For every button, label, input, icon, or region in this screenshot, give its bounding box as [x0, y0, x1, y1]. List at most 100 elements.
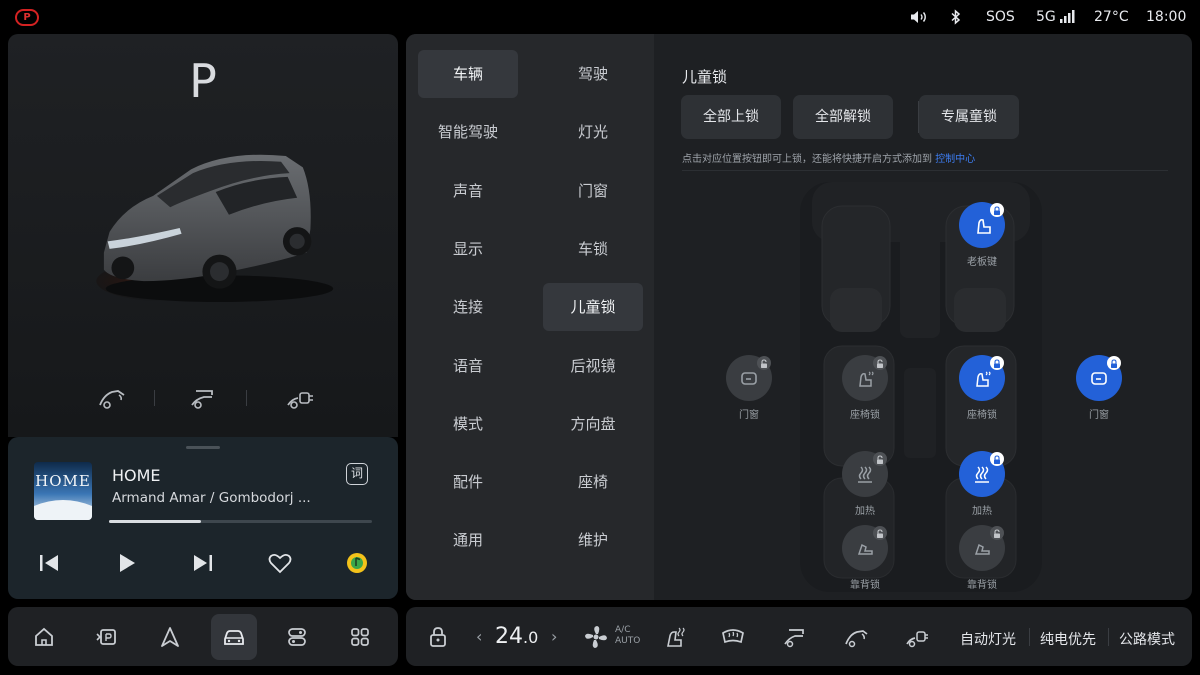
defrost-icon[interactable]	[720, 624, 746, 650]
clock: 18:00	[1146, 9, 1187, 25]
previous-track-icon[interactable]	[36, 550, 62, 576]
door-icon	[1091, 372, 1107, 385]
lock-all-button[interactable]: 全部上锁	[681, 95, 781, 139]
temp-increase-button[interactable]: ›	[551, 627, 557, 646]
progress-fill	[109, 520, 202, 523]
network-type: 5G	[1036, 9, 1056, 25]
apps-icon	[351, 628, 369, 646]
lock-icon[interactable]	[425, 624, 451, 650]
temp-decrease-button[interactable]: ‹	[476, 627, 482, 646]
charge-port-icon[interactable]	[904, 624, 930, 650]
volume-icon[interactable]	[910, 10, 928, 24]
locked-icon	[990, 356, 1004, 370]
album-title-text: HOME	[35, 472, 91, 490]
exclusive-child-lock-button[interactable]: 专属童锁	[919, 95, 1019, 139]
menu-item-right-8[interactable]: 维护	[543, 516, 643, 564]
separator	[1029, 628, 1030, 646]
menu-item-left-1[interactable]: 智能驾驶	[418, 108, 518, 156]
child-lock-left-door-label: 门窗	[739, 410, 759, 421]
seat-heating-icon[interactable]	[661, 624, 687, 650]
dock-parking-button[interactable]	[84, 614, 130, 660]
child-lock-heat-left-label: 加热	[855, 506, 875, 517]
unlocked-icon	[873, 526, 887, 540]
section-title: 儿童锁	[682, 68, 728, 86]
charge-port-icon[interactable]	[284, 383, 318, 413]
music-app-icon[interactable]	[344, 550, 370, 576]
menu-item-right-6[interactable]: 方向盘	[543, 400, 643, 448]
menu-item-right-1[interactable]: 灯光	[543, 108, 643, 156]
drag-handle[interactable]	[186, 446, 220, 449]
parking-icon	[96, 629, 116, 645]
control-center-link[interactable]: 控制中心	[935, 154, 975, 165]
seatlock-icon	[859, 371, 874, 387]
menu-item-right-4[interactable]: 儿童锁	[543, 283, 643, 331]
temperature-value[interactable]: 24.0	[495, 624, 538, 649]
ac-label: A/C	[615, 625, 631, 635]
favorite-icon[interactable]	[267, 550, 293, 576]
menu-item-right-5[interactable]: 后视镜	[543, 342, 643, 390]
menu-item-left-6[interactable]: 模式	[418, 400, 518, 448]
bluetooth-icon[interactable]	[950, 9, 962, 25]
unlock-all-button[interactable]: 全部解锁	[793, 95, 893, 139]
dock-apps-button[interactable]	[337, 614, 383, 660]
home-icon	[35, 627, 53, 646]
dock-controls-button[interactable]	[274, 614, 320, 660]
progress-bar[interactable]	[109, 520, 372, 523]
recline-icon	[857, 543, 873, 555]
menu-item-right-7[interactable]: 座椅	[543, 458, 643, 506]
seatlock-icon	[976, 371, 991, 387]
menu-item-right-3[interactable]: 车锁	[543, 225, 643, 273]
next-track-icon[interactable]	[190, 550, 216, 576]
menu-item-left-4[interactable]: 连接	[418, 283, 518, 331]
unlocked-icon	[757, 356, 771, 370]
menu-item-left-2[interactable]: 声音	[418, 167, 518, 215]
dock-vehicle-button[interactable]	[211, 614, 257, 660]
locked-icon	[990, 452, 1004, 466]
fuel-door-icon[interactable]	[96, 383, 130, 413]
menu-item-right-2[interactable]: 门窗	[543, 167, 643, 215]
fuel-door-icon[interactable]	[843, 624, 869, 650]
dock-home-button[interactable]	[21, 614, 67, 660]
unlocked-icon	[990, 526, 1004, 540]
menu-item-left-3[interactable]: 显示	[418, 225, 518, 273]
tailgate-icon[interactable]	[781, 624, 807, 650]
locked-icon	[990, 203, 1004, 217]
child-lock-seat-lock-left-label: 座椅锁	[850, 410, 880, 421]
separator	[1108, 628, 1109, 646]
track-artist: Armand Amar / Gombodorj ...	[112, 490, 311, 506]
divider	[682, 170, 1168, 171]
menu-item-left-5[interactable]: 语音	[418, 342, 518, 390]
play-icon[interactable]	[113, 550, 139, 576]
fan-icon[interactable]	[583, 624, 609, 650]
road-mode-button[interactable]: 公路模式	[1119, 629, 1175, 649]
hint-body: 点击对应位置按钮即可上锁，还能将快捷开启方式添加到	[682, 154, 932, 165]
vehicle-interior-diagram	[800, 182, 1042, 592]
ac-auto-button[interactable]: A/C AUTO	[615, 625, 640, 647]
auto-light-button[interactable]: 自动灯光	[960, 629, 1016, 649]
signal-strength-icon	[1060, 10, 1075, 23]
unlocked-icon	[873, 356, 887, 370]
sos-button[interactable]: SOS	[986, 8, 1015, 26]
lyrics-button[interactable]: 词	[346, 463, 368, 485]
dock-navigation-button[interactable]	[147, 614, 193, 660]
child-lock-recline-left-label: 靠背锁	[850, 580, 880, 591]
menu-item-left-0[interactable]: 车辆	[418, 50, 518, 98]
hint-text: 点击对应位置按钮即可上锁，还能将快捷开启方式添加到 控制中心	[682, 150, 975, 165]
tailgate-icon[interactable]	[186, 383, 220, 413]
temp-decimal: .0	[523, 628, 539, 647]
menu-item-left-8[interactable]: 通用	[418, 516, 518, 564]
separator	[154, 390, 155, 406]
door-icon	[741, 372, 757, 385]
menu-item-right-0[interactable]: 驾驶	[543, 50, 643, 98]
album-art[interactable]: HOME	[34, 462, 92, 520]
status-bar: P SOS 5G 27°C 18:00	[0, 0, 1200, 34]
locked-icon	[1107, 356, 1121, 370]
ev-priority-button[interactable]: 纯电优先	[1040, 629, 1096, 649]
menu-item-left-7[interactable]: 配件	[418, 458, 518, 506]
controls-icon	[288, 628, 306, 646]
track-title: HOME	[112, 466, 161, 485]
vehicle-image[interactable]	[80, 139, 340, 319]
child-lock-heat-right-label: 加热	[972, 506, 992, 517]
car-icon	[224, 630, 244, 645]
child-lock-boss-seat-label: 老板键	[967, 257, 997, 268]
